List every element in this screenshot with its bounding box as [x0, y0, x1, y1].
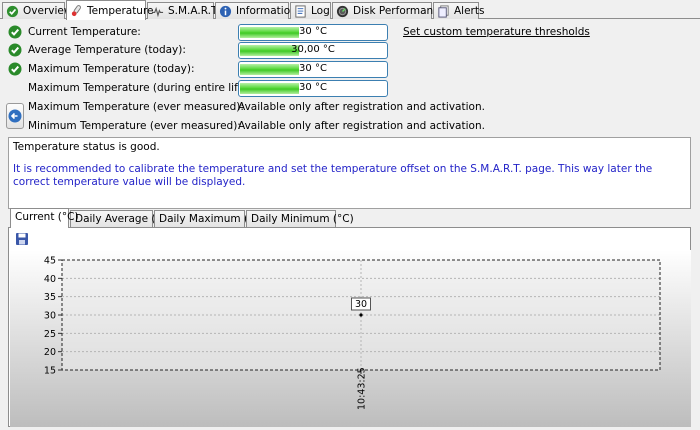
back-arrow-icon — [8, 109, 22, 123]
tab-overview[interactable]: Overview — [2, 2, 72, 19]
temperature-chart: 15 20 25 30 35 40 45 10:43:25 30 — [10, 250, 691, 427]
max-today-value: 30 °C — [299, 63, 327, 74]
log-icon — [295, 4, 306, 18]
tab-disk-performance[interactable]: Disk Performance — [332, 2, 445, 19]
set-thresholds-link[interactable]: Set custom temperature thresholds — [403, 26, 590, 38]
thermometer-icon — [71, 5, 81, 17]
data-label: 30 — [355, 299, 367, 310]
ok-check-icon — [8, 25, 22, 39]
y-tick-label: 45 — [44, 256, 56, 267]
tab-log[interactable]: Log — [290, 2, 331, 19]
current-temperature-value: 30 °C — [299, 26, 327, 37]
y-tick-label: 15 — [44, 366, 56, 377]
status-box: Temperature status is good. It is recomm… — [8, 137, 691, 209]
min-ever-label: Minimum Temperature (ever measured): — [28, 120, 241, 132]
chart-tab-daily-average[interactable]: Daily Average (°C) — [70, 210, 172, 227]
status-recommendation: It is recommended to calibrate the tempe… — [13, 163, 653, 188]
y-tick-label: 30 — [44, 311, 56, 322]
y-tick-label: 40 — [44, 274, 56, 285]
current-temperature-bar: 30 °C — [238, 24, 388, 41]
tab-information[interactable]: Information — [215, 2, 297, 19]
ok-check-icon — [8, 43, 22, 57]
average-temperature-value: 30,00 °C — [291, 44, 335, 55]
y-tick-label: 20 — [44, 347, 56, 358]
average-temperature-label: Average Temperature (today): — [28, 44, 186, 56]
average-temperature-bar: 30,00 °C — [238, 42, 388, 59]
chart-panel: 15 20 25 30 35 40 45 10:43:25 30 — [8, 227, 691, 427]
min-ever-value: Available only after registration and ac… — [238, 120, 485, 132]
max-ever-label: Maximum Temperature (ever measured): — [28, 101, 244, 113]
chart-tab-current[interactable]: Current (°C) — [10, 208, 79, 228]
status-message: Temperature status is good. — [13, 141, 160, 153]
max-today-label: Maximum Temperature (today): — [28, 63, 195, 75]
disk-performance-icon — [336, 5, 349, 17]
max-lifespan-bar: 30 °C — [238, 80, 388, 97]
info-icon — [219, 5, 232, 17]
y-tick-label: 25 — [44, 329, 56, 340]
data-point — [359, 313, 363, 317]
max-today-bar: 30 °C — [238, 61, 388, 78]
chart-tab-daily-minimum[interactable]: Daily Minimum (°C) — [246, 210, 354, 227]
collapse-button[interactable] — [6, 103, 24, 129]
current-temperature-label: Current Temperature: — [28, 26, 141, 38]
save-icon[interactable] — [15, 232, 29, 246]
max-lifespan-value: 30 °C — [299, 82, 327, 93]
tab-smart[interactable]: S.M.A.R.T. — [147, 2, 220, 19]
x-tick-label: 10:43:25 — [357, 367, 368, 410]
max-ever-value: Available only after registration and ac… — [238, 101, 485, 113]
alerts-icon — [438, 4, 449, 18]
overview-icon — [6, 5, 19, 17]
y-tick-label: 35 — [44, 292, 56, 303]
tab-alerts[interactable]: Alerts — [433, 2, 484, 19]
ok-check-icon — [8, 62, 22, 76]
temperature-panel: Current Temperature: 30 °C Set custom te… — [0, 19, 700, 430]
chart-tab-daily-maximum[interactable]: Daily Maximum (°C) — [154, 210, 265, 227]
tab-temperature[interactable]: Temperature — [66, 0, 154, 20]
main-tab-bar: Overview Temperature S.M.A.R.T. Informat… — [0, 0, 700, 20]
